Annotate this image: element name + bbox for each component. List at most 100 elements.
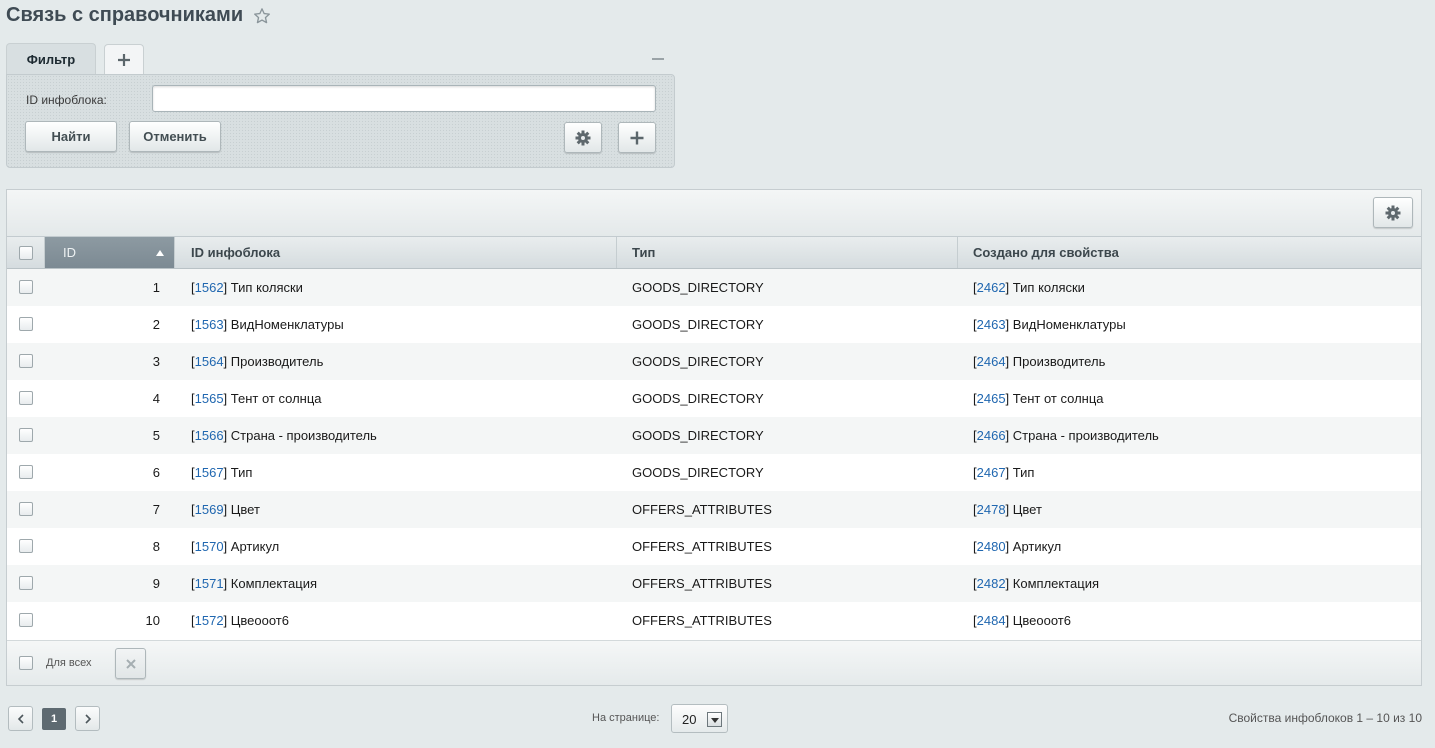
filter-panel: ID инфоблока: Найти Отменить bbox=[6, 74, 675, 168]
row-type: OFFERS_ATTRIBUTES bbox=[632, 502, 772, 517]
minus-icon[interactable] bbox=[652, 58, 664, 60]
row-checkbox[interactable] bbox=[19, 464, 33, 479]
property-id-link[interactable]: 2467 bbox=[977, 465, 1006, 480]
row-checkbox[interactable] bbox=[19, 390, 33, 405]
property-id-link[interactable]: 2484 bbox=[977, 613, 1006, 628]
bracket-close: ] bbox=[1005, 280, 1010, 295]
table-row[interactable]: 9 [1571] Комплектация OFFERS_ATTRIBUTES … bbox=[7, 565, 1421, 602]
per-page-label: На странице: bbox=[592, 712, 660, 724]
per-page-value: 20 bbox=[682, 712, 697, 727]
table-row[interactable]: 2 [1563] ВидНоменклатуры GOODS_DIRECTORY… bbox=[7, 306, 1421, 343]
add-field-button[interactable] bbox=[618, 122, 656, 153]
column-header-iblock[interactable]: ID инфоблока bbox=[175, 237, 617, 268]
table-row[interactable]: 4 [1565] Тент от солнца GOODS_DIRECTORY … bbox=[7, 380, 1421, 417]
row-checkbox[interactable] bbox=[19, 427, 33, 442]
row-property: [2464] Производитель bbox=[958, 343, 1421, 380]
iblock-id-link[interactable]: 1572 bbox=[195, 613, 224, 628]
row-id: 4 bbox=[152, 391, 160, 406]
property-id-link[interactable]: 2466 bbox=[977, 428, 1006, 443]
star-icon[interactable] bbox=[253, 7, 271, 25]
property-id-link[interactable]: 2465 bbox=[977, 391, 1006, 406]
grid-settings-button[interactable] bbox=[1373, 197, 1413, 228]
table-row[interactable]: 1 [1562] Тип коляски GOODS_DIRECTORY [24… bbox=[7, 269, 1421, 306]
current-page[interactable]: 1 bbox=[42, 708, 66, 730]
row-select-cell bbox=[7, 417, 45, 454]
property-name: Комплектация bbox=[1012, 576, 1100, 591]
row-select-cell bbox=[7, 491, 45, 528]
row-checkbox[interactable] bbox=[19, 612, 33, 627]
iblock-id-link[interactable]: 1566 bbox=[195, 428, 224, 443]
row-iblock: [1569] Цвет bbox=[175, 491, 617, 528]
property-id-link[interactable]: 2482 bbox=[977, 576, 1006, 591]
property-id-link[interactable]: 2462 bbox=[977, 280, 1006, 295]
bracket-close: ] bbox=[1005, 613, 1010, 628]
iblock-id-link[interactable]: 1571 bbox=[195, 576, 224, 591]
row-property: [2482] Комплектация bbox=[958, 565, 1421, 602]
row-property: [2478] Цвет bbox=[958, 491, 1421, 528]
prev-page-button[interactable] bbox=[8, 706, 33, 731]
per-page-select[interactable]: 20 bbox=[671, 704, 728, 733]
row-property: [2462] Тип коляски bbox=[958, 269, 1421, 306]
cancel-button[interactable]: Отменить bbox=[129, 121, 221, 152]
row-checkbox[interactable] bbox=[19, 538, 33, 553]
row-checkbox[interactable] bbox=[19, 279, 33, 294]
row-id: 6 bbox=[152, 465, 160, 480]
row-type: GOODS_DIRECTORY bbox=[632, 354, 764, 369]
column-header-id[interactable]: ID bbox=[45, 237, 175, 268]
select-all-header bbox=[7, 237, 45, 268]
row-property: [2480] Артикул bbox=[958, 528, 1421, 565]
iblock-id-link[interactable]: 1565 bbox=[195, 391, 224, 406]
row-iblock: [1562] Тип коляски bbox=[175, 269, 617, 306]
add-filter-tab-button[interactable] bbox=[104, 44, 144, 74]
bracket-close: ] bbox=[1005, 391, 1010, 406]
row-property: [2465] Тент от солнца bbox=[958, 380, 1421, 417]
property-id-link[interactable]: 2464 bbox=[977, 354, 1006, 369]
column-header-type[interactable]: Тип bbox=[617, 237, 958, 268]
row-type: GOODS_DIRECTORY bbox=[632, 428, 764, 443]
delete-button[interactable] bbox=[115, 648, 146, 679]
property-id-link[interactable]: 2478 bbox=[977, 502, 1006, 517]
row-checkbox[interactable] bbox=[19, 316, 33, 331]
row-id: 7 bbox=[152, 502, 160, 517]
table-row[interactable]: 3 [1564] Производитель GOODS_DIRECTORY [… bbox=[7, 343, 1421, 380]
row-checkbox[interactable] bbox=[19, 575, 33, 590]
find-button[interactable]: Найти bbox=[25, 121, 117, 152]
column-header-property[interactable]: Создано для свойства bbox=[958, 237, 1421, 268]
iblock-id-link[interactable]: 1564 bbox=[195, 354, 224, 369]
select-all-checkbox[interactable] bbox=[18, 245, 33, 260]
row-checkbox[interactable] bbox=[19, 501, 33, 516]
next-page-button[interactable] bbox=[75, 706, 100, 731]
property-id-link[interactable]: 2480 bbox=[977, 539, 1006, 554]
property-name: Тент от солнца bbox=[1012, 391, 1104, 406]
table-row[interactable]: 8 [1570] Артикул OFFERS_ATTRIBUTES [2480… bbox=[7, 528, 1421, 565]
row-property: [2484] Цвеооот6 bbox=[958, 602, 1421, 639]
iblock-id-link[interactable]: 1563 bbox=[195, 317, 224, 332]
row-id: 1 bbox=[152, 280, 160, 295]
iblock-id-link[interactable]: 1567 bbox=[195, 465, 224, 480]
table-row[interactable]: 7 [1569] Цвет OFFERS_ATTRIBUTES [2478] Ц… bbox=[7, 491, 1421, 528]
iblock-id-link[interactable]: 1562 bbox=[195, 280, 224, 295]
iblock-id-input[interactable] bbox=[152, 85, 656, 112]
for-all-checkbox[interactable] bbox=[19, 656, 33, 670]
bracket-close: ] bbox=[223, 465, 228, 480]
row-select-cell bbox=[7, 343, 45, 380]
bracket-close: ] bbox=[223, 391, 228, 406]
tab-filter[interactable]: Фильтр bbox=[6, 43, 96, 75]
for-all-label: Для всех bbox=[46, 657, 92, 669]
iblock-id-link[interactable]: 1570 bbox=[195, 539, 224, 554]
property-id-link[interactable]: 2463 bbox=[977, 317, 1006, 332]
table-row[interactable]: 6 [1567] Тип GOODS_DIRECTORY [2467] Тип bbox=[7, 454, 1421, 491]
iblock-id-link[interactable]: 1569 bbox=[195, 502, 224, 517]
table-row[interactable]: 5 [1566] Страна - производитель GOODS_DI… bbox=[7, 417, 1421, 454]
row-id: 2 bbox=[152, 317, 160, 332]
row-iblock: [1570] Артикул bbox=[175, 528, 617, 565]
filter-settings-button[interactable] bbox=[564, 122, 602, 153]
chevron-left-icon bbox=[17, 713, 24, 724]
bracket-close: ] bbox=[223, 613, 228, 628]
row-property: [2463] ВидНоменклатуры bbox=[958, 306, 1421, 343]
table-row[interactable]: 10 [1572] Цвеооот6 OFFERS_ATTRIBUTES [24… bbox=[7, 602, 1421, 639]
row-checkbox[interactable] bbox=[19, 353, 33, 368]
property-name: Страна - производитель bbox=[1012, 428, 1159, 443]
row-select-cell bbox=[7, 269, 45, 306]
iblock-name: Тип bbox=[230, 465, 253, 480]
